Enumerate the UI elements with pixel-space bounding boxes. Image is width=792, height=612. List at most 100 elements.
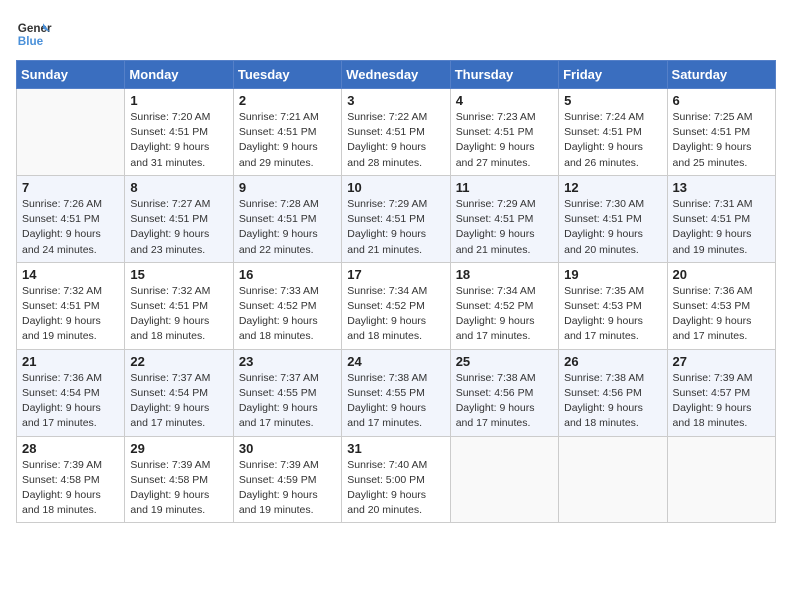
svg-text:Blue: Blue — [18, 35, 44, 48]
day-number: 22 — [130, 354, 227, 369]
calendar-cell — [667, 436, 775, 523]
day-number: 10 — [347, 180, 444, 195]
calendar-week-row: 1Sunrise: 7:20 AM Sunset: 4:51 PM Daylig… — [17, 89, 776, 176]
day-info: Sunrise: 7:24 AM Sunset: 4:51 PM Dayligh… — [564, 110, 661, 171]
calendar-cell: 26Sunrise: 7:38 AM Sunset: 4:56 PM Dayli… — [559, 349, 667, 436]
day-number: 2 — [239, 93, 336, 108]
day-number: 3 — [347, 93, 444, 108]
calendar-cell: 23 Sunrise: 7:37 AM Sunset: 4:55 PM Dayli… — [233, 349, 341, 436]
day-info: Sunrise: 7:29 AM Sunset: 4:51 PM Dayligh… — [347, 197, 444, 258]
day-number: 5 — [564, 93, 661, 108]
day-info: Sunrise: 7:26 AM Sunset: 4:51 PM Dayligh… — [22, 197, 119, 258]
day-info: Sunrise: 7:39 AM Sunset: 4:57 PM Dayligh… — [673, 371, 770, 432]
day-number: 20 — [673, 267, 770, 282]
day-info: Sunrise: 7:39 AM Sunset: 4:58 PM Dayligh… — [22, 458, 119, 519]
day-number: 21 — [22, 354, 119, 369]
calendar-cell: 25 Sunrise: 7:38 AM Sunset: 4:56 PM Dayli… — [450, 349, 558, 436]
calendar-cell: 29 Sunrise: 7:39 AM Sunset: 4:58 PM Dayli… — [125, 436, 233, 523]
calendar-cell: 20 Sunrise: 7:36 AM Sunset: 4:53 PM Dayli… — [667, 262, 775, 349]
calendar-cell: 4Sunrise: 7:23 AM Sunset: 4:51 PM Daylig… — [450, 89, 558, 176]
calendar-cell — [559, 436, 667, 523]
day-info: Sunrise: 7:30 AM Sunset: 4:51 PM Dayligh… — [564, 197, 661, 258]
day-number: 7 — [22, 180, 119, 195]
day-number: 26 — [564, 354, 661, 369]
calendar-cell: 16Sunrise: 7:33 AM Sunset: 4:52 PM Dayli… — [233, 262, 341, 349]
calendar-cell: 30Sunrise: 7:39 AM Sunset: 4:59 PM Dayli… — [233, 436, 341, 523]
day-number: 12 — [564, 180, 661, 195]
day-number: 13 — [673, 180, 770, 195]
calendar-cell: 12 Sunrise: 7:30 AM Sunset: 4:51 PM Dayli… — [559, 175, 667, 262]
calendar-cell: 28 Sunrise: 7:39 AM Sunset: 4:58 PM Dayli… — [17, 436, 125, 523]
calendar-cell: 21 Sunrise: 7:36 AM Sunset: 4:54 PM Dayli… — [17, 349, 125, 436]
calendar-cell: 31 Sunrise: 7:40 AM Sunset: 5:00 PM Dayli… — [342, 436, 450, 523]
day-number: 9 — [239, 180, 336, 195]
day-info: Sunrise: 7:37 AM Sunset: 4:55 PM Dayligh… — [239, 371, 336, 432]
calendar-cell — [450, 436, 558, 523]
calendar-week-row: 14 Sunrise: 7:32 AM Sunset: 4:51 PM Dayli… — [17, 262, 776, 349]
weekday-header-monday: Monday — [125, 61, 233, 89]
day-number: 19 — [564, 267, 661, 282]
day-number: 6 — [673, 93, 770, 108]
weekday-header-saturday: Saturday — [667, 61, 775, 89]
day-info: Sunrise: 7:35 AM Sunset: 4:53 PM Dayligh… — [564, 284, 661, 345]
calendar-week-row: 21 Sunrise: 7:36 AM Sunset: 4:54 PM Dayli… — [17, 349, 776, 436]
logo-icon: General Blue — [16, 16, 52, 52]
calendar-cell — [17, 89, 125, 176]
calendar-cell: 9 Sunrise: 7:28 AM Sunset: 4:51 PM Daylig… — [233, 175, 341, 262]
calendar-cell: 13 Sunrise: 7:31 AM Sunset: 4:51 PM Dayli… — [667, 175, 775, 262]
calendar-cell: 17Sunrise: 7:34 AM Sunset: 4:52 PM Dayli… — [342, 262, 450, 349]
day-number: 11 — [456, 180, 553, 195]
day-info: Sunrise: 7:21 AM Sunset: 4:51 PM Dayligh… — [239, 110, 336, 171]
day-number: 4 — [456, 93, 553, 108]
day-number: 15 — [130, 267, 227, 282]
day-info: Sunrise: 7:31 AM Sunset: 4:51 PM Dayligh… — [673, 197, 770, 258]
day-info: Sunrise: 7:32 AM Sunset: 4:51 PM Dayligh… — [130, 284, 227, 345]
day-info: Sunrise: 7:37 AM Sunset: 4:54 PM Dayligh… — [130, 371, 227, 432]
day-number: 28 — [22, 441, 119, 456]
day-number: 23 — [239, 354, 336, 369]
day-info: Sunrise: 7:36 AM Sunset: 4:54 PM Dayligh… — [22, 371, 119, 432]
day-number: 29 — [130, 441, 227, 456]
weekday-header-row: SundayMondayTuesdayWednesdayThursdayFrid… — [17, 61, 776, 89]
calendar-cell: 7 Sunrise: 7:26 AM Sunset: 4:51 PM Daylig… — [17, 175, 125, 262]
day-info: Sunrise: 7:33 AM Sunset: 4:52 PM Dayligh… — [239, 284, 336, 345]
logo: General Blue — [16, 16, 52, 52]
weekday-header-sunday: Sunday — [17, 61, 125, 89]
day-number: 24 — [347, 354, 444, 369]
weekday-header-friday: Friday — [559, 61, 667, 89]
day-number: 31 — [347, 441, 444, 456]
day-info: Sunrise: 7:32 AM Sunset: 4:51 PM Dayligh… — [22, 284, 119, 345]
day-info: Sunrise: 7:29 AM Sunset: 4:51 PM Dayligh… — [456, 197, 553, 258]
calendar-cell: 5 Sunrise: 7:24 AM Sunset: 4:51 PM Daylig… — [559, 89, 667, 176]
calendar-cell: 2 Sunrise: 7:21 AM Sunset: 4:51 PM Daylig… — [233, 89, 341, 176]
calendar-cell: 15 Sunrise: 7:32 AM Sunset: 4:51 PM Dayli… — [125, 262, 233, 349]
weekday-header-tuesday: Tuesday — [233, 61, 341, 89]
page-header: General Blue — [16, 16, 776, 52]
calendar-table: SundayMondayTuesdayWednesdayThursdayFrid… — [16, 60, 776, 523]
day-info: Sunrise: 7:34 AM Sunset: 4:52 PM Dayligh… — [456, 284, 553, 345]
calendar-cell: 1Sunrise: 7:20 AM Sunset: 4:51 PM Daylig… — [125, 89, 233, 176]
calendar-cell: 11 Sunrise: 7:29 AM Sunset: 4:51 PM Dayli… — [450, 175, 558, 262]
calendar-week-row: 28 Sunrise: 7:39 AM Sunset: 4:58 PM Dayli… — [17, 436, 776, 523]
day-number: 25 — [456, 354, 553, 369]
calendar-cell: 6 Sunrise: 7:25 AM Sunset: 4:51 PM Daylig… — [667, 89, 775, 176]
calendar-cell: 24Sunrise: 7:38 AM Sunset: 4:55 PM Dayli… — [342, 349, 450, 436]
day-info: Sunrise: 7:39 AM Sunset: 4:59 PM Dayligh… — [239, 458, 336, 519]
day-info: Sunrise: 7:39 AM Sunset: 4:58 PM Dayligh… — [130, 458, 227, 519]
day-info: Sunrise: 7:38 AM Sunset: 4:56 PM Dayligh… — [456, 371, 553, 432]
calendar-week-row: 7 Sunrise: 7:26 AM Sunset: 4:51 PM Daylig… — [17, 175, 776, 262]
weekday-header-wednesday: Wednesday — [342, 61, 450, 89]
weekday-header-thursday: Thursday — [450, 61, 558, 89]
day-info: Sunrise: 7:40 AM Sunset: 5:00 PM Dayligh… — [347, 458, 444, 519]
day-info: Sunrise: 7:36 AM Sunset: 4:53 PM Dayligh… — [673, 284, 770, 345]
day-number: 14 — [22, 267, 119, 282]
calendar-cell: 18Sunrise: 7:34 AM Sunset: 4:52 PM Dayli… — [450, 262, 558, 349]
day-info: Sunrise: 7:27 AM Sunset: 4:51 PM Dayligh… — [130, 197, 227, 258]
day-number: 8 — [130, 180, 227, 195]
calendar-cell: 27Sunrise: 7:39 AM Sunset: 4:57 PM Dayli… — [667, 349, 775, 436]
day-info: Sunrise: 7:20 AM Sunset: 4:51 PM Dayligh… — [130, 110, 227, 171]
day-info: Sunrise: 7:28 AM Sunset: 4:51 PM Dayligh… — [239, 197, 336, 258]
calendar-cell: 8 Sunrise: 7:27 AM Sunset: 4:51 PM Daylig… — [125, 175, 233, 262]
day-info: Sunrise: 7:22 AM Sunset: 4:51 PM Dayligh… — [347, 110, 444, 171]
day-info: Sunrise: 7:25 AM Sunset: 4:51 PM Dayligh… — [673, 110, 770, 171]
